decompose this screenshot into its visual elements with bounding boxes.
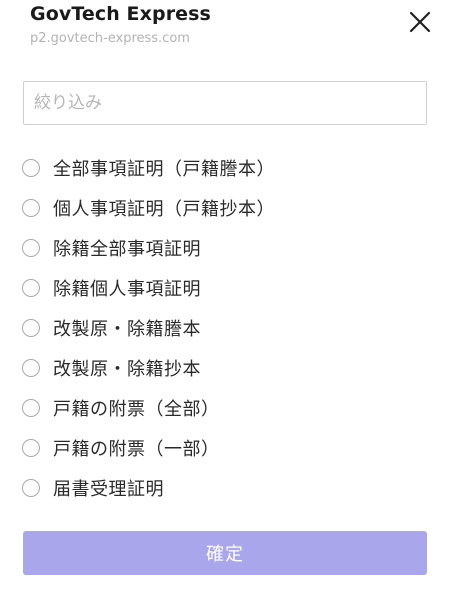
option-label: 除籍全部事項証明 <box>53 239 201 260</box>
option-label: 戸籍の附票（一部） <box>53 439 220 460</box>
confirm-button[interactable]: 確定 <box>23 531 427 575</box>
radio-button[interactable] <box>22 279 40 297</box>
option-label: 全部事項証明（戸籍謄本） <box>53 159 275 180</box>
option-item[interactable]: 個人事項証明（戸籍抄本） <box>22 188 426 228</box>
radio-button[interactable] <box>22 319 40 337</box>
radio-button[interactable] <box>22 239 40 257</box>
filter-input[interactable] <box>23 81 427 125</box>
selection-sheet: GovTech Express p2.govtech-express.com 全… <box>0 0 450 591</box>
close-icon <box>409 11 431 33</box>
option-label: 改製原・除籍謄本 <box>53 319 201 340</box>
option-item[interactable]: 戸籍の附票（全部） <box>22 388 426 428</box>
radio-button[interactable] <box>22 359 40 377</box>
option-item[interactable]: 全部事項証明（戸籍謄本） <box>22 148 426 188</box>
option-item[interactable]: 改製原・除籍抄本 <box>22 348 426 388</box>
option-item[interactable]: 届書受理証明 <box>22 468 426 508</box>
radio-button[interactable] <box>22 439 40 457</box>
app-url: p2.govtech-express.com <box>30 31 190 46</box>
option-item[interactable]: 除籍個人事項証明 <box>22 268 426 308</box>
option-label: 除籍個人事項証明 <box>53 279 201 300</box>
option-item[interactable]: 除籍全部事項証明 <box>22 228 426 268</box>
app-title: GovTech Express <box>30 3 211 25</box>
radio-button[interactable] <box>22 159 40 177</box>
radio-button[interactable] <box>22 399 40 417</box>
header: GovTech Express p2.govtech-express.com <box>30 2 390 47</box>
close-button[interactable] <box>404 6 436 38</box>
option-item[interactable]: 改製原・除籍謄本 <box>22 308 426 348</box>
radio-button[interactable] <box>22 199 40 217</box>
option-item[interactable]: 戸籍の附票（一部） <box>22 428 426 468</box>
radio-button[interactable] <box>22 479 40 497</box>
option-label: 届書受理証明 <box>53 479 164 500</box>
option-label: 戸籍の附票（全部） <box>53 399 220 420</box>
option-label: 改製原・除籍抄本 <box>53 359 201 380</box>
option-list: 全部事項証明（戸籍謄本） 個人事項証明（戸籍抄本） 除籍全部事項証明 除籍個人事… <box>22 148 426 508</box>
option-label: 個人事項証明（戸籍抄本） <box>53 199 275 220</box>
